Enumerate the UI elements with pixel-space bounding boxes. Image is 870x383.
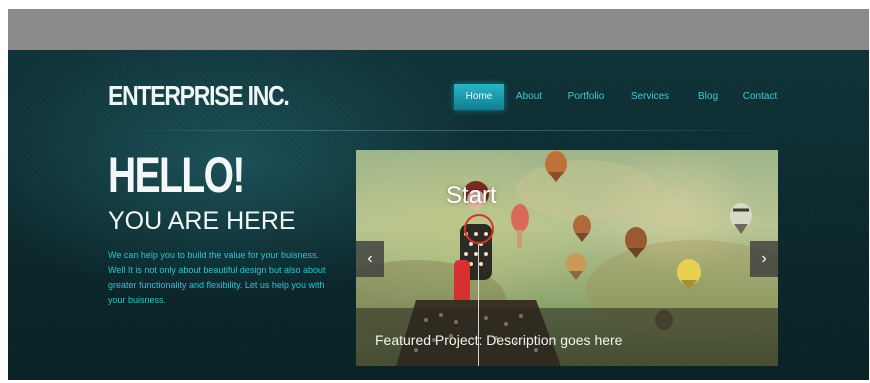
chevron-left-icon: ‹	[367, 250, 373, 267]
chevron-right-icon: ›	[761, 250, 767, 267]
site-logo[interactable]: ENTERPRISE INC.	[108, 80, 290, 112]
nav-item-portfolio[interactable]: Portfolio	[564, 84, 608, 110]
header-divider	[108, 130, 778, 131]
featured-slider[interactable]: Featured Project: Description goes here …	[356, 150, 778, 366]
hero-headline: HELLO!	[108, 147, 245, 203]
hero-subheadline: YOU ARE HERE	[108, 207, 296, 235]
nav-item-services[interactable]: Services	[627, 84, 673, 110]
next-arrow-button[interactable]: ›	[750, 241, 778, 277]
prev-arrow-button[interactable]: ‹	[356, 241, 384, 277]
nav-item-blog[interactable]: Blog	[696, 84, 720, 110]
nav-item-about[interactable]: About	[512, 84, 546, 110]
balloon-icon	[573, 215, 591, 242]
play-ring-icon[interactable]	[464, 214, 494, 244]
balloon-icon	[566, 253, 586, 280]
nav-item-home[interactable]: Home	[454, 84, 504, 110]
cursor-line	[478, 244, 479, 366]
balloon-icon	[730, 203, 752, 234]
browser-frame: ENTERPRISE INC. Home About Portfolio Ser…	[8, 9, 869, 380]
start-label[interactable]: Start	[446, 182, 497, 210]
hero-body-text: We can help you to build the value for y…	[108, 250, 326, 305]
top-gray-bar	[8, 9, 869, 50]
website: ENTERPRISE INC. Home About Portfolio Ser…	[8, 50, 869, 380]
slide-caption[interactable]: Featured Project: Description goes here	[375, 332, 622, 348]
nav-item-contact[interactable]: Contact	[740, 84, 780, 110]
